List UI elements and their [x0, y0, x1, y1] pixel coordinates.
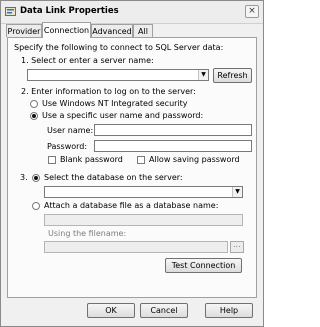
attach-database-label: Attach a database file as a database nam… — [44, 201, 219, 210]
window-title: Data Link Properties — [20, 6, 119, 16]
filename-input[interactable] — [44, 241, 228, 253]
help-button-label: Help — [219, 306, 239, 315]
user-name-input[interactable] — [94, 124, 252, 136]
data-link-properties-window: Data Link Properties × Provider Connecti… — [0, 0, 264, 327]
using-filename-label: Using the filename: — [48, 229, 127, 238]
allow-saving-password-label: Allow saving password — [149, 155, 240, 164]
tab-advanced-label: Advanced — [92, 27, 132, 36]
browse-button-label: ... — [233, 240, 241, 249]
tab-provider[interactable]: Provider — [6, 24, 42, 37]
blank-password-checkbox[interactable] — [48, 156, 56, 164]
browse-file-button[interactable]: ... — [230, 240, 244, 253]
tab-connection[interactable]: Connection — [42, 22, 91, 38]
cancel-button-label: Cancel — [150, 306, 178, 315]
radio-windows-nt-security[interactable] — [30, 100, 38, 108]
refresh-button[interactable]: Refresh — [213, 68, 252, 83]
radio-selected-dot — [32, 114, 36, 118]
database-combobox[interactable]: ▼ — [44, 186, 243, 198]
ok-button[interactable]: OK — [87, 303, 135, 318]
radio-attach-database[interactable] — [32, 202, 40, 210]
step3-number: 3. — [20, 173, 28, 182]
cancel-button[interactable]: Cancel — [140, 303, 188, 318]
radio-specific-user[interactable] — [30, 112, 38, 120]
specific-user-label: Use a specific user name and password: — [42, 111, 204, 120]
step1-label: 1. Select or enter a server name: — [21, 56, 154, 65]
chevron-down-icon: ▼ — [235, 188, 240, 195]
server-name-combobox[interactable]: ▼ — [27, 69, 209, 81]
test-connection-label: Test Connection — [171, 261, 236, 270]
title-bar: Data Link Properties × — [1, 1, 263, 24]
close-icon: × — [248, 6, 256, 16]
blank-password-label: Blank password — [60, 155, 123, 164]
database-dropdown-button[interactable]: ▼ — [232, 187, 242, 197]
tab-provider-label: Provider — [7, 27, 41, 36]
server-dropdown-button[interactable]: ▼ — [198, 70, 208, 80]
intro-text: Specify the following to connect to SQL … — [14, 43, 224, 52]
tab-advanced[interactable]: Advanced — [91, 24, 133, 37]
tab-all[interactable]: All — [133, 24, 153, 37]
help-button[interactable]: Help — [205, 303, 253, 318]
password-label: Password: — [47, 142, 88, 151]
radio-selected-dot — [34, 176, 38, 180]
select-database-label: Select the database on the server: — [44, 173, 183, 182]
attach-database-name-input[interactable] — [44, 214, 243, 226]
refresh-button-label: Refresh — [217, 71, 248, 80]
step2-label: 2. Enter information to log on to the se… — [21, 87, 196, 96]
ok-button-label: OK — [105, 306, 117, 315]
allow-saving-password-checkbox[interactable] — [137, 156, 145, 164]
password-input[interactable] — [94, 140, 252, 152]
windows-nt-security-label: Use Windows NT Integrated security — [42, 99, 188, 108]
connection-panel: Specify the following to connect to SQL … — [7, 37, 257, 298]
test-connection-button[interactable]: Test Connection — [165, 258, 242, 273]
tab-connection-label: Connection — [43, 26, 90, 35]
user-name-label: User name: — [47, 126, 94, 135]
close-button[interactable]: × — [245, 5, 259, 18]
tab-all-label: All — [138, 27, 148, 36]
data-link-app-icon — [5, 7, 16, 16]
radio-select-database[interactable] — [32, 174, 40, 182]
chevron-down-icon: ▼ — [201, 71, 206, 78]
